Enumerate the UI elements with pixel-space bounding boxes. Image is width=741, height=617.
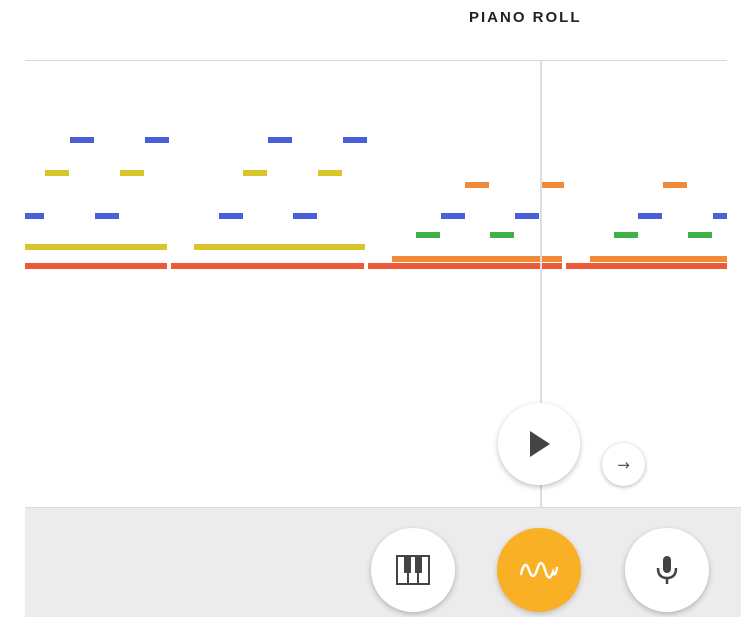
note-red bbox=[25, 263, 167, 269]
play-icon bbox=[530, 431, 550, 457]
note-blue bbox=[95, 213, 119, 219]
note-red bbox=[368, 263, 562, 269]
note-orange bbox=[540, 182, 564, 188]
microphone-mode-button[interactable] bbox=[625, 528, 709, 612]
note-blue bbox=[343, 137, 367, 143]
piano-keys-icon bbox=[396, 555, 430, 585]
piano-mode-button[interactable] bbox=[371, 528, 455, 612]
play-button[interactable] bbox=[498, 403, 580, 485]
note-blue bbox=[441, 213, 465, 219]
page-title: PIANO ROLL bbox=[469, 9, 582, 26]
note-red bbox=[171, 263, 364, 269]
note-yellow bbox=[318, 170, 342, 176]
next-button[interactable]: → bbox=[602, 443, 645, 486]
note-red bbox=[566, 263, 727, 269]
note-blue bbox=[268, 137, 292, 143]
page-title-wrapper: PIANO ROLL bbox=[469, 9, 582, 27]
waveform-icon bbox=[519, 561, 559, 579]
waveform-mode-button[interactable] bbox=[497, 528, 581, 612]
note-blue bbox=[219, 213, 243, 219]
note-yellow bbox=[120, 170, 144, 176]
note-orange bbox=[590, 256, 727, 262]
note-blue bbox=[713, 213, 727, 219]
note-blue bbox=[25, 213, 44, 219]
note-green bbox=[614, 232, 638, 238]
note-blue bbox=[638, 213, 662, 219]
piano-roll bbox=[25, 61, 727, 507]
note-blue bbox=[70, 137, 94, 143]
note-yellow bbox=[194, 244, 365, 250]
note-blue bbox=[293, 213, 317, 219]
note-yellow bbox=[243, 170, 267, 176]
note-orange bbox=[465, 182, 489, 188]
note-green bbox=[490, 232, 514, 238]
note-orange bbox=[663, 182, 687, 188]
note-blue bbox=[145, 137, 169, 143]
note-green bbox=[416, 232, 440, 238]
arrow-right-icon: → bbox=[617, 455, 630, 474]
microphone-icon bbox=[656, 556, 678, 584]
note-green bbox=[688, 232, 712, 238]
note-blue bbox=[515, 213, 539, 219]
note-yellow bbox=[25, 244, 167, 250]
note-yellow bbox=[45, 170, 69, 176]
note-orange bbox=[392, 256, 562, 262]
